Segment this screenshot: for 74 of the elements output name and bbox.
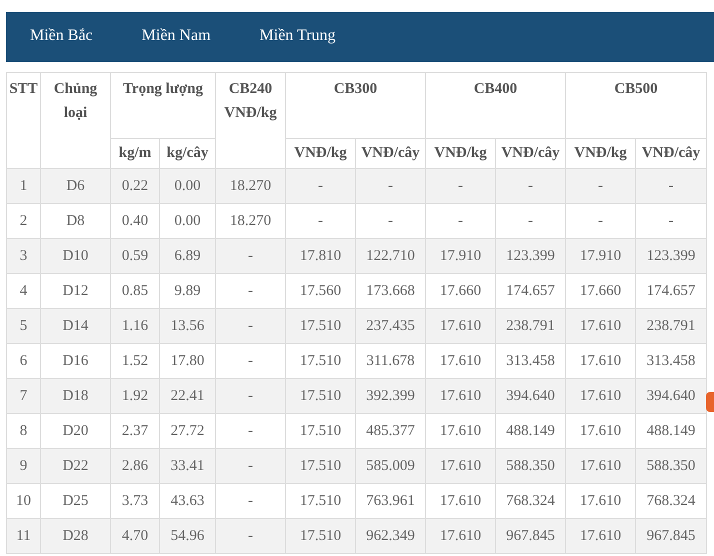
column-header: CB300 bbox=[286, 72, 426, 138]
table-cell: 17.610 bbox=[566, 518, 636, 554]
table-cell: 962.349 bbox=[356, 518, 426, 554]
table-cell: 2.86 bbox=[110, 448, 160, 484]
table-cell: 122.710 bbox=[356, 238, 426, 274]
column-header: Trọng lượng bbox=[110, 72, 216, 138]
table-cell: 17.910 bbox=[566, 238, 636, 274]
table-cell: 9 bbox=[6, 448, 40, 484]
table-cell: 238.791 bbox=[636, 308, 706, 344]
table-cell: 17.610 bbox=[426, 308, 496, 344]
table-cell: 588.350 bbox=[636, 448, 706, 484]
table-cell: 17.810 bbox=[286, 238, 356, 274]
table-cell: D6 bbox=[40, 168, 110, 204]
table-cell: - bbox=[636, 168, 706, 204]
table-cell: D18 bbox=[40, 378, 110, 414]
region-tab[interactable]: Miền Bắc bbox=[30, 12, 118, 62]
table-cell: 22.41 bbox=[160, 378, 216, 414]
table-cell: 237.435 bbox=[356, 308, 426, 344]
table-cell: 17.610 bbox=[566, 378, 636, 414]
table-cell: 5 bbox=[6, 308, 40, 344]
table-cell: 394.640 bbox=[636, 378, 706, 414]
column-header: CB500 bbox=[566, 72, 706, 138]
table-cell: 17.610 bbox=[426, 378, 496, 414]
table-cell: 585.009 bbox=[356, 448, 426, 484]
table-cell: 1.92 bbox=[110, 378, 160, 414]
table-cell: 238.791 bbox=[496, 308, 566, 344]
table-cell: - bbox=[566, 168, 636, 204]
table-cell: 1 bbox=[6, 168, 40, 204]
table-cell: 7 bbox=[6, 378, 40, 414]
table-cell: - bbox=[426, 168, 496, 204]
table-cell: D14 bbox=[40, 308, 110, 344]
table-cell: 17.510 bbox=[286, 308, 356, 344]
table-cell: 4.70 bbox=[110, 518, 160, 554]
table-cell: D28 bbox=[40, 518, 110, 554]
table-cell: 967.845 bbox=[636, 518, 706, 554]
table-cell: 11 bbox=[6, 518, 40, 554]
table-cell: 17.610 bbox=[426, 448, 496, 484]
table-cell: - bbox=[286, 168, 356, 204]
table-cell: - bbox=[216, 308, 286, 344]
table-cell: 6.89 bbox=[160, 238, 216, 274]
table-cell: 0.22 bbox=[110, 168, 160, 204]
table-cell: 123.399 bbox=[636, 238, 706, 274]
table-cell: 17.510 bbox=[286, 448, 356, 484]
table-cell: 17.610 bbox=[566, 308, 636, 344]
table-cell: 3 bbox=[6, 238, 40, 274]
table-cell: - bbox=[216, 238, 286, 274]
table-cell: 0.00 bbox=[160, 168, 216, 204]
table-cell: 967.845 bbox=[496, 518, 566, 554]
region-tab[interactable]: Miền Nam bbox=[142, 12, 236, 62]
table-cell: 17.510 bbox=[286, 518, 356, 554]
column-header: STT bbox=[6, 72, 40, 168]
table-cell: D22 bbox=[40, 448, 110, 484]
table-cell: 588.350 bbox=[496, 448, 566, 484]
table-cell: 17.610 bbox=[426, 518, 496, 554]
table-cell: 17.910 bbox=[426, 238, 496, 274]
table-cell: - bbox=[356, 168, 426, 204]
table-cell: 13.56 bbox=[160, 308, 216, 344]
table-cell: 33.41 bbox=[160, 448, 216, 484]
table-cell: 1.16 bbox=[110, 308, 160, 344]
region-tab[interactable]: Miền Trung bbox=[260, 12, 361, 62]
table-cell: 18.270 bbox=[216, 168, 286, 204]
table-cell: - bbox=[216, 518, 286, 554]
table-cell: D10 bbox=[40, 238, 110, 274]
column-header: CB400 bbox=[426, 72, 566, 138]
table-cell: 17.510 bbox=[286, 378, 356, 414]
table-cell: - bbox=[216, 378, 286, 414]
table-cell: 392.399 bbox=[356, 378, 426, 414]
table-cell: 0.59 bbox=[110, 238, 160, 274]
table-cell: 54.96 bbox=[160, 518, 216, 554]
table-cell: 17.610 bbox=[566, 448, 636, 484]
table-cell: 394.640 bbox=[496, 378, 566, 414]
table-cell: 123.399 bbox=[496, 238, 566, 274]
table-cell: - bbox=[216, 448, 286, 484]
table-cell: - bbox=[496, 168, 566, 204]
